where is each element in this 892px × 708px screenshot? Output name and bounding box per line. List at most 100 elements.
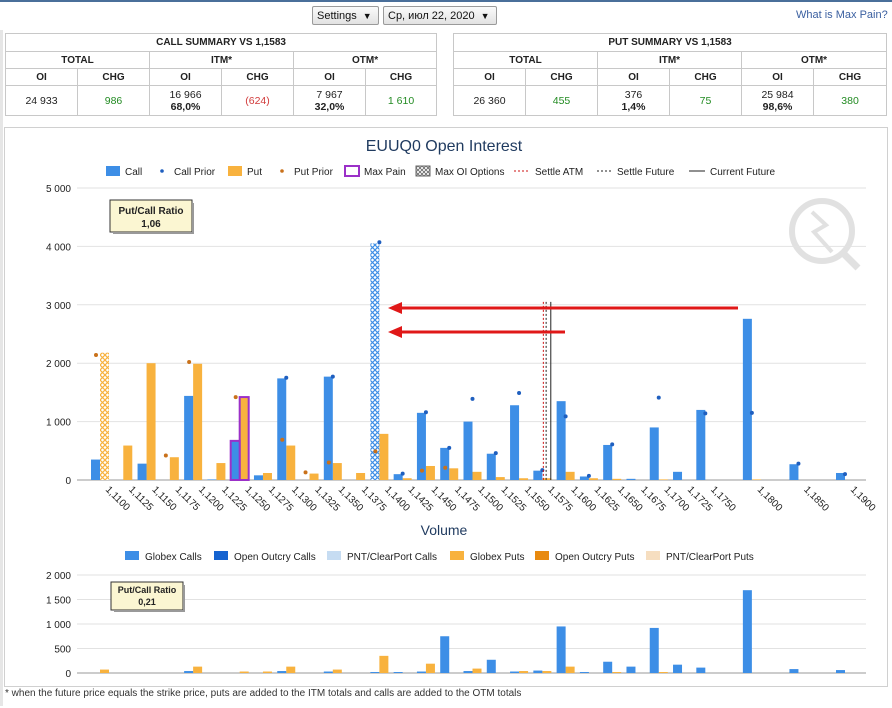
volume-globex-put-bar[interactable]	[262, 671, 272, 673]
oi-put-prior-dot[interactable]	[280, 437, 285, 442]
oi-call-bar[interactable]	[253, 475, 263, 480]
legend-settle-future[interactable]: Settle Future	[597, 167, 675, 178]
oi-put-bar[interactable]	[286, 445, 296, 480]
oi-put-bar[interactable]	[472, 471, 482, 480]
oi-put-prior-dot[interactable]	[373, 449, 378, 454]
volume-globex-call-bar[interactable]	[184, 671, 194, 673]
oi-call-bar[interactable]	[673, 471, 683, 480]
oi-put-bar[interactable]	[238, 396, 250, 481]
oi-call-bar[interactable]	[184, 395, 194, 480]
oi-call-bar[interactable]	[370, 243, 380, 480]
volume-globex-call-bar[interactable]	[789, 669, 799, 673]
volume-globex-call-bar[interactable]	[323, 671, 333, 673]
oi-call-prior-dot[interactable]	[284, 375, 289, 380]
oi-call-prior-dot[interactable]	[749, 410, 754, 415]
volume-globex-put-bar[interactable]	[472, 668, 482, 673]
oi-put-bar[interactable]	[169, 457, 179, 480]
oi-put-bar[interactable]	[356, 472, 366, 480]
legend-globex-puts[interactable]: Globex Puts	[450, 551, 524, 563]
volume-globex-call-bar[interactable]	[463, 671, 473, 673]
legend-max-pain[interactable]: Max Pain	[344, 165, 406, 178]
volume-globex-call-bar[interactable]	[742, 590, 752, 673]
volume-globex-put-bar[interactable]	[239, 671, 249, 673]
volume-globex-call-bar[interactable]	[393, 672, 403, 673]
oi-call-bar[interactable]	[229, 439, 241, 482]
oi-call-bar[interactable]	[137, 463, 147, 480]
oi-put-prior-dot[interactable]	[443, 465, 448, 470]
oi-call-prior-dot[interactable]	[493, 451, 498, 456]
oi-put-prior-dot[interactable]	[233, 395, 238, 400]
legend-pnt-clearport-puts[interactable]: PNT/ClearPort Puts	[646, 551, 754, 563]
oi-call-prior-dot[interactable]	[563, 414, 568, 419]
oi-put-bar[interactable]	[449, 468, 459, 480]
oi-call-bar[interactable]	[207, 479, 217, 480]
volume-globex-call-bar[interactable]	[416, 671, 426, 673]
oi-call-prior-dot[interactable]	[423, 410, 428, 415]
oi-put-bar[interactable]	[495, 477, 505, 480]
oi-call-bar[interactable]	[649, 427, 659, 480]
oi-call-bar[interactable]	[277, 378, 287, 480]
oi-call-bar[interactable]	[533, 470, 543, 480]
volume-globex-put-bar[interactable]	[425, 663, 435, 673]
volume-globex-put-bar[interactable]	[519, 671, 529, 673]
legend-pnt-clearport-calls[interactable]: PNT/ClearPort Calls	[327, 551, 437, 563]
volume-globex-call-bar[interactable]	[696, 667, 706, 673]
volume-globex-call-bar[interactable]	[649, 627, 659, 673]
oi-call-prior-dot[interactable]	[586, 473, 591, 478]
oi-call-bar[interactable]	[556, 401, 566, 480]
legend-open-outcry-puts[interactable]: Open Outcry Puts	[535, 551, 634, 563]
volume-globex-call-bar[interactable]	[370, 672, 380, 673]
oi-call-prior-dot[interactable]	[610, 442, 615, 447]
volume-globex-call-bar[interactable]	[440, 636, 450, 673]
oi-put-bar[interactable]	[658, 479, 668, 480]
oi-put-bar[interactable]	[332, 463, 342, 480]
legend-put[interactable]: Put	[228, 166, 262, 178]
volume-globex-call-bar[interactable]	[603, 661, 613, 673]
oi-call-bar[interactable]	[696, 409, 706, 480]
oi-put-bar[interactable]	[146, 363, 156, 480]
legend-current-future[interactable]: Current Future	[689, 167, 775, 178]
volume-globex-call-bar[interactable]	[486, 659, 496, 673]
volume-globex-call-bar[interactable]	[626, 666, 636, 673]
legend-put-prior[interactable]: Put Prior	[280, 167, 334, 178]
volume-globex-call-bar[interactable]	[533, 670, 543, 673]
oi-put-bar[interactable]	[402, 478, 412, 480]
oi-call-bar[interactable]	[91, 459, 100, 480]
oi-call-prior-dot[interactable]	[377, 240, 382, 245]
volume-globex-put-bar[interactable]	[286, 666, 296, 673]
oi-put-bar[interactable]	[100, 352, 109, 480]
oi-put-bar[interactable]	[123, 445, 133, 480]
volume-globex-put-bar[interactable]	[100, 669, 109, 673]
volume-globex-put-bar[interactable]	[193, 666, 203, 673]
oi-call-prior-dot[interactable]	[400, 471, 405, 476]
legend-call-prior[interactable]: Call Prior	[160, 167, 216, 178]
oi-call-bar[interactable]	[486, 453, 496, 480]
oi-put-bar[interactable]	[519, 478, 529, 480]
oi-call-prior-dot[interactable]	[447, 445, 452, 450]
oi-call-bar[interactable]	[742, 318, 752, 480]
volume-globex-call-bar[interactable]	[673, 664, 683, 673]
oi-call-prior-dot[interactable]	[517, 390, 522, 395]
legend-call[interactable]: Call	[106, 166, 142, 178]
oi-put-bar[interactable]	[193, 363, 203, 480]
oi-put-bar[interactable]	[262, 472, 272, 480]
legend-open-outcry-calls[interactable]: Open Outcry Calls	[214, 551, 316, 563]
oi-put-prior-dot[interactable]	[163, 453, 168, 458]
oi-put-prior-dot[interactable]	[326, 460, 331, 465]
oi-call-prior-dot[interactable]	[843, 472, 847, 477]
oi-call-bar[interactable]	[510, 405, 520, 480]
volume-globex-put-bar[interactable]	[612, 672, 622, 673]
volume-globex-put-bar[interactable]	[658, 672, 668, 673]
oi-call-prior-dot[interactable]	[796, 461, 801, 466]
oi-call-bar[interactable]	[323, 376, 333, 480]
oi-put-bar[interactable]	[588, 478, 598, 480]
oi-call-bar[interactable]	[789, 464, 799, 480]
oi-put-bar[interactable]	[612, 478, 622, 480]
oi-put-bar[interactable]	[309, 473, 319, 480]
oi-put-bar[interactable]	[216, 463, 226, 480]
oi-put-prior-dot[interactable]	[419, 468, 424, 473]
oi-call-bar[interactable]	[440, 447, 450, 480]
oi-put-prior-dot[interactable]	[187, 360, 192, 365]
oi-put-prior-dot[interactable]	[303, 470, 308, 475]
volume-globex-put-bar[interactable]	[542, 671, 552, 673]
